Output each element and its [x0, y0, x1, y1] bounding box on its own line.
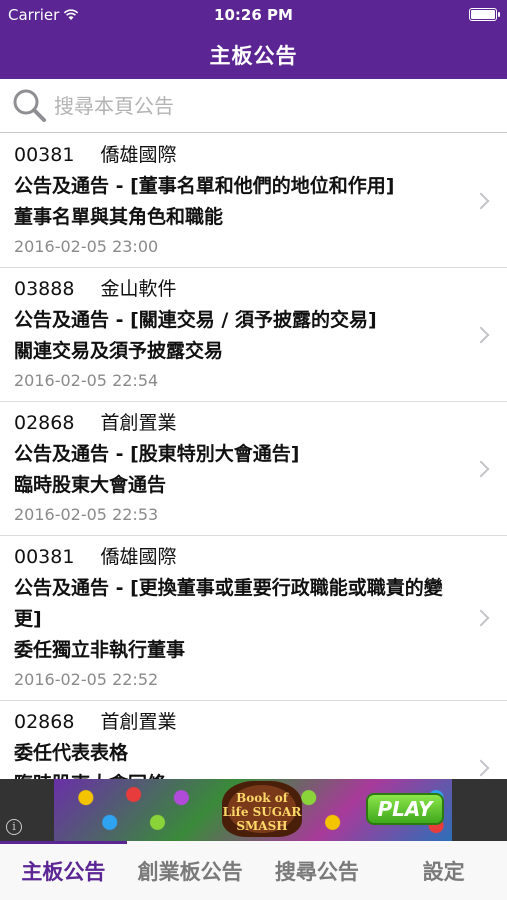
announcement-datetime: 2016-02-05 23:00 [14, 237, 159, 256]
stock-code: 02868 [14, 711, 75, 733]
announcement-title: 委任代表表格 [14, 742, 129, 764]
stock-code: 03888 [14, 278, 75, 300]
list-item[interactable]: 03888 金山軟件 公告及通告 - [關連交易 / 須予披露的交易] 關連交易… [0, 268, 507, 402]
stock-line: 03888 金山軟件 [14, 274, 457, 305]
status-bar: Carrier 10:26 PM [0, 0, 507, 30]
chevron-right-icon [472, 609, 490, 627]
announcement-title: 公告及通告 - [股東特別大會通告] [14, 443, 300, 465]
chevron-right-icon [472, 326, 490, 343]
announcement-datetime: 2016-02-05 22:54 [14, 371, 159, 390]
stock-line: 00381 僑雄國際 [14, 140, 457, 171]
chevron-right-icon [472, 460, 490, 477]
status-time: 10:26 PM [214, 6, 293, 24]
tab-2[interactable]: 搜尋公告 [254, 841, 381, 900]
search-icon [13, 89, 46, 122]
announcement-title: 公告及通告 - [董事名單和他們的地位和作用] [14, 175, 395, 197]
company-name: 金山軟件 [100, 278, 177, 300]
navigation-bar: 主板公告 [0, 30, 507, 79]
search-input[interactable] [54, 93, 474, 118]
page-title: 主板公告 [209, 43, 298, 68]
announcement-subtitle: 委任獨立非執行董事 [14, 639, 186, 661]
company-name: 首創置業 [100, 412, 177, 434]
ad-logo: Book of Life SUGAR SMASH [222, 781, 302, 837]
announcement-subtitle: 關連交易及須予披露交易 [14, 340, 224, 362]
tab-3[interactable]: 設定 [380, 841, 507, 900]
stock-code: 00381 [14, 546, 75, 568]
chevron-right-icon [472, 192, 490, 209]
company-name: 首創置業 [100, 711, 177, 733]
company-name: 僑雄國際 [100, 546, 177, 568]
chevron-right-icon [472, 759, 490, 776]
stock-code: 02868 [14, 412, 75, 434]
announcement-datetime: 2016-02-05 22:52 [14, 670, 159, 689]
ad-info-icon[interactable]: i [6, 819, 22, 835]
company-name: 僑雄國際 [100, 144, 177, 166]
announcement-subtitle: 臨時股東大會通告 [14, 474, 167, 496]
search-bar[interactable] [0, 79, 507, 133]
stock-line: 02868 首創置業 [14, 408, 457, 439]
list-item[interactable]: 02868 首創置業 公告及通告 - [股東特別大會通告] 臨時股東大會通告 2… [0, 402, 507, 536]
announcement-subtitle: 董事名單與其角色和職能 [14, 206, 224, 228]
tab-1[interactable]: 創業板公告 [127, 841, 254, 900]
list-item[interactable]: 00381 僑雄國際 公告及通告 - [董事名單和他們的地位和作用] 董事名單與… [0, 134, 507, 268]
stock-line: 02868 首創置業 [14, 707, 457, 738]
ad-image[interactable]: Book of Life SUGAR SMASH PLAY [54, 779, 452, 841]
announcement-title: 公告及通告 - [更換董事或重要行政職能或職責的變更] [14, 577, 443, 630]
battery-icon [469, 8, 500, 21]
announcement-list: 00381 僑雄國際 公告及通告 - [董事名單和他們的地位和作用] 董事名單與… [0, 134, 507, 835]
ad-banner[interactable]: Book of Life SUGAR SMASH PLAY i [0, 779, 507, 841]
announcement-datetime: 2016-02-05 22:53 [14, 505, 159, 524]
ad-play-button[interactable]: PLAY [366, 793, 444, 825]
announcement-title: 公告及通告 - [關連交易 / 須予披露的交易] [14, 309, 377, 331]
tab-bar: 主板公告 創業板公告 搜尋公告 設定 [0, 841, 507, 900]
stock-line: 00381 僑雄國際 [14, 542, 457, 573]
tab-0[interactable]: 主板公告 [0, 841, 127, 900]
list-item[interactable]: 00381 僑雄國際 公告及通告 - [更換董事或重要行政職能或職責的變更] 委… [0, 536, 507, 701]
stock-code: 00381 [14, 144, 75, 166]
